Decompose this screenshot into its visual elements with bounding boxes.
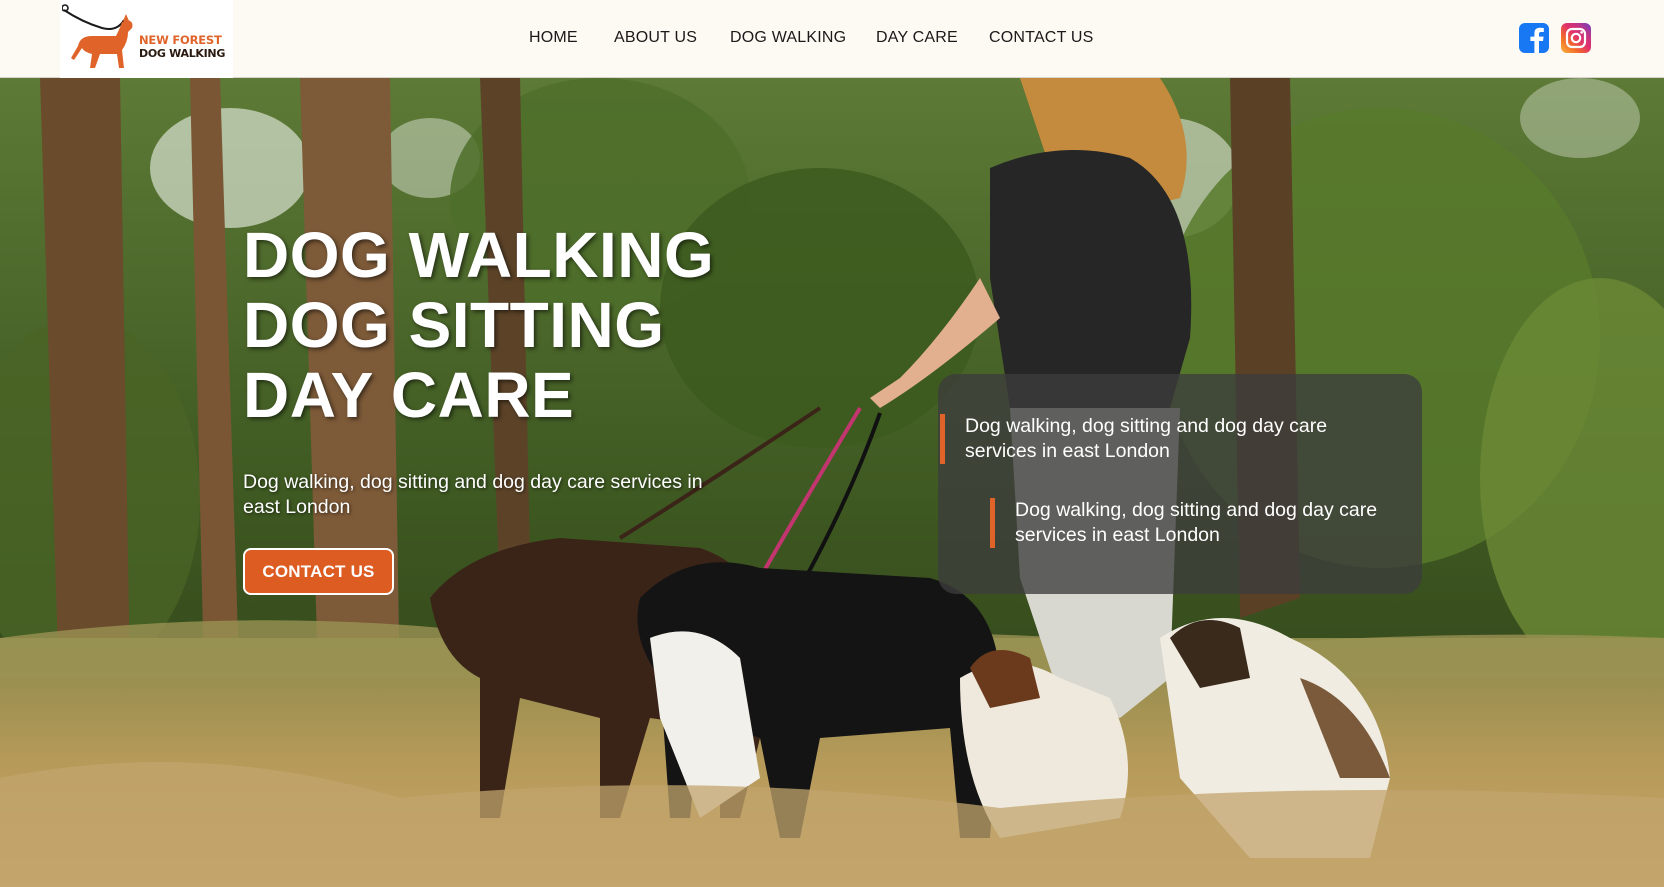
nav-home[interactable]: HOME — [529, 29, 578, 47]
nav-dog-walking[interactable]: DOG WALKING — [730, 29, 846, 47]
nav-about-us[interactable]: ABOUT US — [614, 29, 697, 47]
hero-title-line-1: DOG WALKING — [243, 219, 715, 291]
site-header: NEW FOREST DOG WALKING HOME ABOUT US DOG… — [0, 0, 1664, 78]
hero-title-line-3: DAY CARE — [243, 359, 575, 431]
site-logo[interactable]: NEW FOREST DOG WALKING — [60, 0, 233, 78]
hero-section: DOG WALKING DOG SITTING DAY CARE Dog wal… — [0, 78, 1664, 887]
logo-text-line2: DOG WALKING — [139, 47, 226, 60]
facebook-icon[interactable] — [1519, 23, 1549, 53]
logo-text-line1: NEW FOREST — [139, 33, 222, 47]
hero-title-line-2: DOG SITTING — [243, 289, 665, 361]
service-quote-1: Dog walking, dog sitting and dog day car… — [940, 414, 1380, 464]
nav-day-care[interactable]: DAY CARE — [876, 29, 958, 47]
dog-logo-icon — [62, 4, 133, 68]
hero-subtitle: Dog walking, dog sitting and dog day car… — [243, 471, 703, 518]
service-quote-2: Dog walking, dog sitting and dog day car… — [990, 498, 1410, 548]
instagram-icon[interactable] — [1561, 23, 1591, 53]
services-overlay-card — [938, 374, 1422, 594]
contact-us-button[interactable]: CONTACT US — [243, 548, 394, 595]
nav-contact-us[interactable]: CONTACT US — [989, 29, 1094, 47]
